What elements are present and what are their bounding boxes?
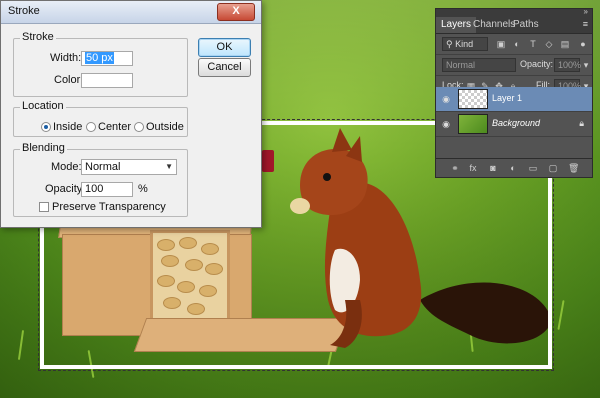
link-layers-icon[interactable]: ⚭ (450, 163, 460, 173)
layer-name: Background (492, 118, 541, 128)
inside-radio[interactable] (41, 122, 51, 132)
filter-row: ⚲ Kind ▣ ◐ T ◇ ▤ ● (436, 34, 592, 55)
smart-object-filter-icon[interactable]: ▤ (560, 39, 570, 49)
opacity-dropdown-icon[interactable]: ▾ (581, 60, 591, 70)
mode-select[interactable]: Normal ▼ (81, 159, 177, 175)
type-filter-icon[interactable]: T (528, 39, 538, 49)
center-label: Center (98, 121, 132, 133)
layer-opacity-label: Opacity: (520, 59, 554, 69)
cancel-button[interactable]: Cancel (198, 58, 251, 77)
stroke-group-label: Stroke (20, 31, 56, 43)
panel-footer: ⚭ fx ◙ ◐ ▭ ▢ 🗑︎ (436, 158, 592, 177)
opacity-unit: % (138, 183, 148, 195)
layer-thumbnail-transparent (458, 89, 488, 109)
blend-mode-select[interactable]: Normal (442, 58, 516, 72)
preserve-transparency-checkbox[interactable] (39, 202, 49, 212)
adjustment-layer-icon[interactable]: ◐ (508, 163, 518, 173)
layers-panel: » Layers Channels Paths ≡ ⚲ Kind ▣ ◐ T ◇… (435, 7, 593, 178)
new-group-icon[interactable]: ▭ (528, 163, 538, 173)
panel-tabs: Layers Channels Paths ≡ (436, 17, 592, 34)
dialog-titlebar[interactable]: Stroke X (1, 1, 261, 24)
layer-row-layer-1[interactable]: ◉ Layer 1 (436, 87, 592, 112)
panel-menu-icon[interactable]: ≡ (583, 19, 588, 29)
opacity-field[interactable]: 100 (81, 182, 133, 197)
search-icon: ⚲ (446, 39, 453, 49)
layer-effects-icon[interactable]: fx (468, 163, 478, 173)
mode-value: Normal (85, 161, 121, 173)
shape-filter-icon[interactable]: ◇ (544, 39, 554, 49)
panel-header-bar[interactable]: » (436, 7, 592, 17)
stroke-group: Stroke (13, 31, 188, 97)
width-field[interactable]: 50 px (81, 51, 133, 66)
add-mask-icon[interactable]: ◙ (488, 163, 498, 173)
outside-label: Outside (146, 121, 184, 133)
blend-row: Normal Opacity: 100% ▾ (436, 55, 592, 76)
mode-label: Mode: (51, 161, 82, 173)
collapse-icon[interactable]: » (584, 7, 588, 16)
lock-icon: 🔒︎ (579, 118, 584, 128)
new-layer-icon[interactable]: ▢ (548, 163, 558, 173)
layer-row-background[interactable]: ◉ Background 🔒︎ (436, 112, 592, 137)
inside-label: Inside (53, 121, 83, 133)
trash-icon[interactable]: 🗑︎ (568, 163, 579, 173)
eye-icon[interactable]: ◉ (441, 94, 451, 104)
filter-kind-select[interactable]: ⚲ Kind (442, 37, 488, 51)
dialog-title: Stroke (8, 5, 40, 17)
width-value: 50 px (85, 52, 114, 64)
location-group-label: Location (20, 100, 66, 112)
tab-paths[interactable]: Paths (508, 17, 544, 33)
outside-radio[interactable] (134, 122, 144, 132)
layer-opacity-field[interactable]: 100% (554, 58, 581, 72)
ok-button[interactable]: OK (198, 38, 251, 57)
pixel-filter-icon[interactable]: ▣ (496, 39, 506, 49)
blending-group-label: Blending (20, 142, 67, 154)
filter-toggle-icon[interactable]: ● (578, 39, 588, 49)
color-label: Color: (54, 74, 84, 86)
layer-name: Layer 1 (492, 93, 523, 103)
preserve-transparency-label: Preserve Transparency (52, 201, 166, 213)
chevron-down-icon: ▼ (165, 162, 173, 171)
eye-icon[interactable]: ◉ (441, 119, 451, 129)
close-button[interactable]: X (217, 3, 255, 21)
stroke-dialog: Stroke X Stroke Width: 50 px Color: Loca… (0, 0, 262, 228)
color-swatch[interactable] (81, 73, 133, 88)
filter-kind-label: Kind (455, 39, 474, 49)
adjustment-filter-icon[interactable]: ◐ (512, 39, 522, 49)
opacity-label: Opacity: (45, 183, 86, 195)
center-radio[interactable] (86, 122, 96, 132)
layer-thumbnail-photo (458, 114, 488, 134)
width-label: Width: (50, 52, 82, 64)
